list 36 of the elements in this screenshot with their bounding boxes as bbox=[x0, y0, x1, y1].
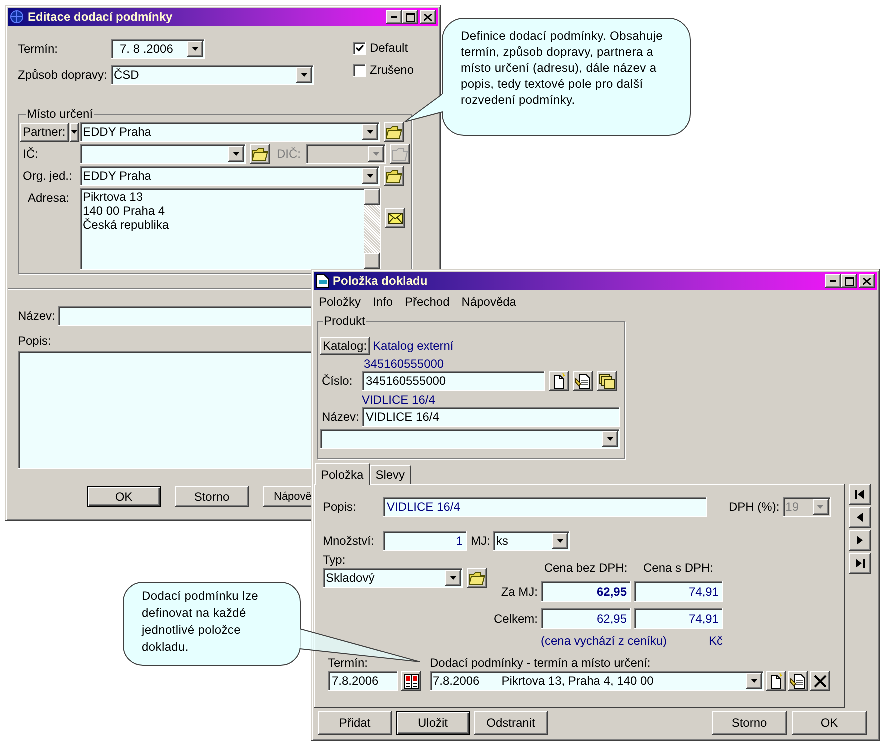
field-label: Množství: bbox=[323, 534, 376, 548]
field-label: DIČ: bbox=[277, 147, 302, 161]
catalog-name: Katalog externí bbox=[373, 339, 454, 353]
window-title: Položka dokladu bbox=[333, 274, 428, 288]
callout-text: Dodací podmínku lze definovat na každé jednotlivé položce dokladu. bbox=[142, 588, 260, 656]
window-title: Editace dodací podmínky bbox=[28, 10, 173, 24]
field-label: Typ: bbox=[323, 553, 346, 567]
field-label: Termín: bbox=[18, 42, 60, 56]
currency-text: Kč bbox=[708, 634, 723, 648]
callout-text: Definice dodací podmínky. Obsahuje termín, způsob dopravy, partnera a místo určení (adresu), dále název a popis, tedy textové pole pro další rozvedení podmínky. bbox=[461, 28, 664, 108]
field-label: Adresa: bbox=[27, 190, 70, 205]
field-label: Popis: bbox=[18, 334, 52, 348]
column-header: Cena s DPH: bbox=[642, 561, 715, 575]
group-label: Místo určení bbox=[26, 107, 94, 121]
hint-text: 345160555000 bbox=[364, 357, 444, 371]
field-label: Org. jed.: bbox=[22, 169, 74, 183]
column-header: Cena bez DPH: bbox=[543, 561, 629, 575]
address-line: Česká republika bbox=[83, 218, 170, 232]
field-label: Dodací podmínky - termín a místo určení: bbox=[430, 656, 651, 670]
field-label: MJ: bbox=[471, 534, 490, 548]
row-label: Celkem: bbox=[494, 612, 538, 626]
field-label: DPH (%): bbox=[729, 500, 780, 514]
note-text: (cena vychází z ceníku) bbox=[541, 634, 668, 648]
field-label: Termín: bbox=[328, 656, 368, 670]
group-label: Produkt bbox=[323, 314, 366, 328]
checkbox-label: Default bbox=[370, 41, 408, 55]
checkbox-label: Zrušeno bbox=[370, 63, 414, 77]
row-label: Za MJ: bbox=[500, 584, 538, 598]
address-line: 140 00 Praha 4 bbox=[83, 204, 166, 218]
field-label: Číslo: bbox=[321, 374, 354, 388]
field-label: IČ: bbox=[22, 147, 40, 161]
field-label: Název: bbox=[321, 410, 360, 424]
field-label: Název: bbox=[18, 309, 56, 323]
address-line: Pikrtova 13 bbox=[83, 190, 144, 204]
field-label: Způsob dopravy: bbox=[18, 68, 108, 82]
hint-text: VIDLICE 16/4 bbox=[362, 393, 436, 407]
